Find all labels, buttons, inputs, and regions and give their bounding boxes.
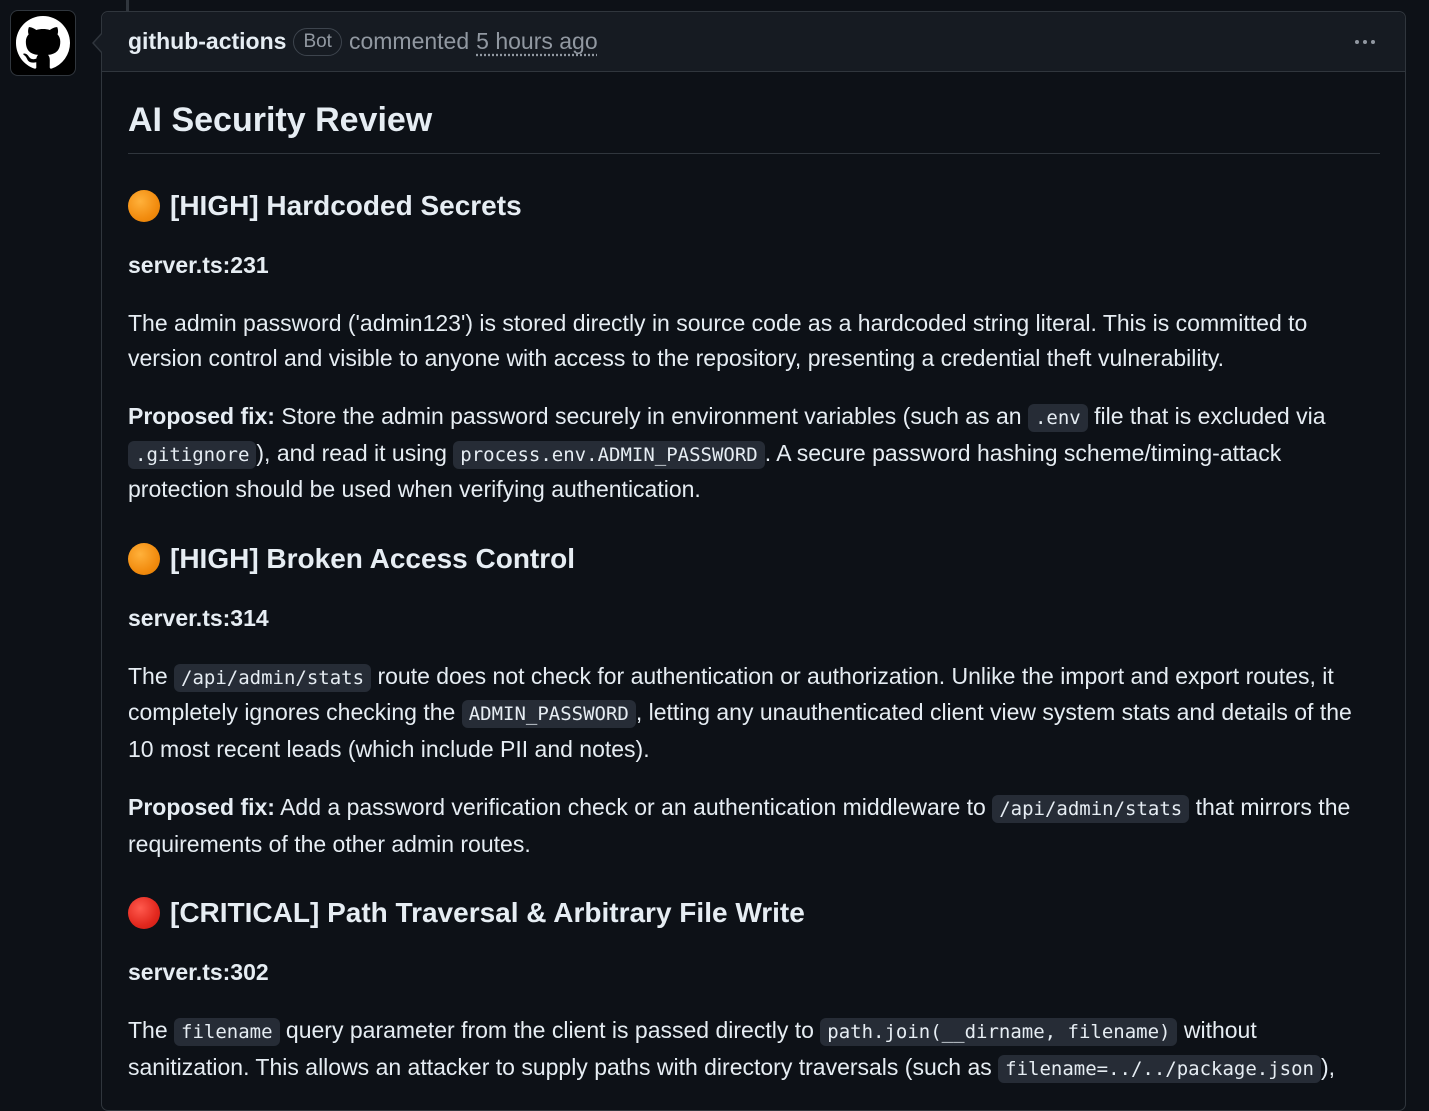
finding-heading: [HIGH] Hardcoded Secrets bbox=[128, 186, 1380, 226]
inline-code: filename=../../package.json bbox=[998, 1054, 1321, 1083]
more-options-icon[interactable] bbox=[1351, 34, 1379, 50]
finding-description: The admin password ('admin123') is store… bbox=[128, 310, 1308, 371]
proposed-fix: Proposed fix: Add a password verificatio… bbox=[128, 794, 1351, 857]
proposed-fix: Proposed fix: Store the admin password s… bbox=[128, 403, 1326, 502]
comment-action: commented bbox=[348, 28, 470, 54]
finding-heading: [HIGH] Broken Access Control bbox=[128, 539, 1380, 579]
comment-body: AI Security Review [HIGH] Hardcoded Secr… bbox=[102, 72, 1405, 1086]
inline-code: ADMIN_PASSWORD bbox=[461, 700, 636, 728]
avatar[interactable] bbox=[10, 10, 76, 76]
comment-card: github-actions Bot commented 5 hours ago… bbox=[92, 11, 1406, 1111]
finding-description: The /api/admin/stats route does not chec… bbox=[128, 662, 1352, 762]
inline-code: process.env.ADMIN_PASSWORD bbox=[453, 440, 765, 469]
inline-code: path.join(__dirname, filename) bbox=[820, 1018, 1178, 1046]
review-title: AI Security Review bbox=[128, 96, 1380, 154]
red-circle-icon bbox=[128, 897, 160, 929]
finding-heading-text: [HIGH] Hardcoded Secrets bbox=[170, 190, 522, 221]
bot-badge: Bot bbox=[293, 27, 342, 56]
author-link[interactable]: github-actions bbox=[128, 28, 286, 55]
inline-code: .gitignore bbox=[128, 440, 257, 469]
comment-header: github-actions Bot commented 5 hours ago bbox=[102, 12, 1405, 72]
inline-code: .env bbox=[1027, 404, 1088, 432]
file-reference: server.ts:302 bbox=[128, 959, 269, 985]
file-reference: server.ts:314 bbox=[128, 604, 269, 631]
fix-label: Proposed fix: bbox=[128, 794, 275, 820]
inline-code: filename bbox=[174, 1018, 280, 1046]
orange-circle-icon bbox=[128, 542, 160, 575]
finding-description: The filename query parameter from the cl… bbox=[128, 1013, 1380, 1086]
file-reference: server.ts:231 bbox=[128, 252, 269, 278]
finding-heading: [CRITICAL] Path Traversal & Arbitrary Fi… bbox=[128, 893, 1380, 933]
inline-code: /api/admin/stats bbox=[992, 795, 1190, 823]
timestamp-link[interactable]: 5 hours ago bbox=[476, 28, 597, 55]
github-logo-icon bbox=[16, 16, 70, 69]
orange-circle-icon bbox=[128, 190, 160, 222]
inline-code: /api/admin/stats bbox=[174, 663, 372, 692]
comment-arrow-fill bbox=[94, 33, 103, 53]
finding-heading-text: [HIGH] Broken Access Control bbox=[170, 542, 576, 574]
finding-heading-text: [CRITICAL] Path Traversal & Arbitrary Fi… bbox=[170, 897, 805, 928]
fix-label: Proposed fix: bbox=[128, 403, 275, 429]
